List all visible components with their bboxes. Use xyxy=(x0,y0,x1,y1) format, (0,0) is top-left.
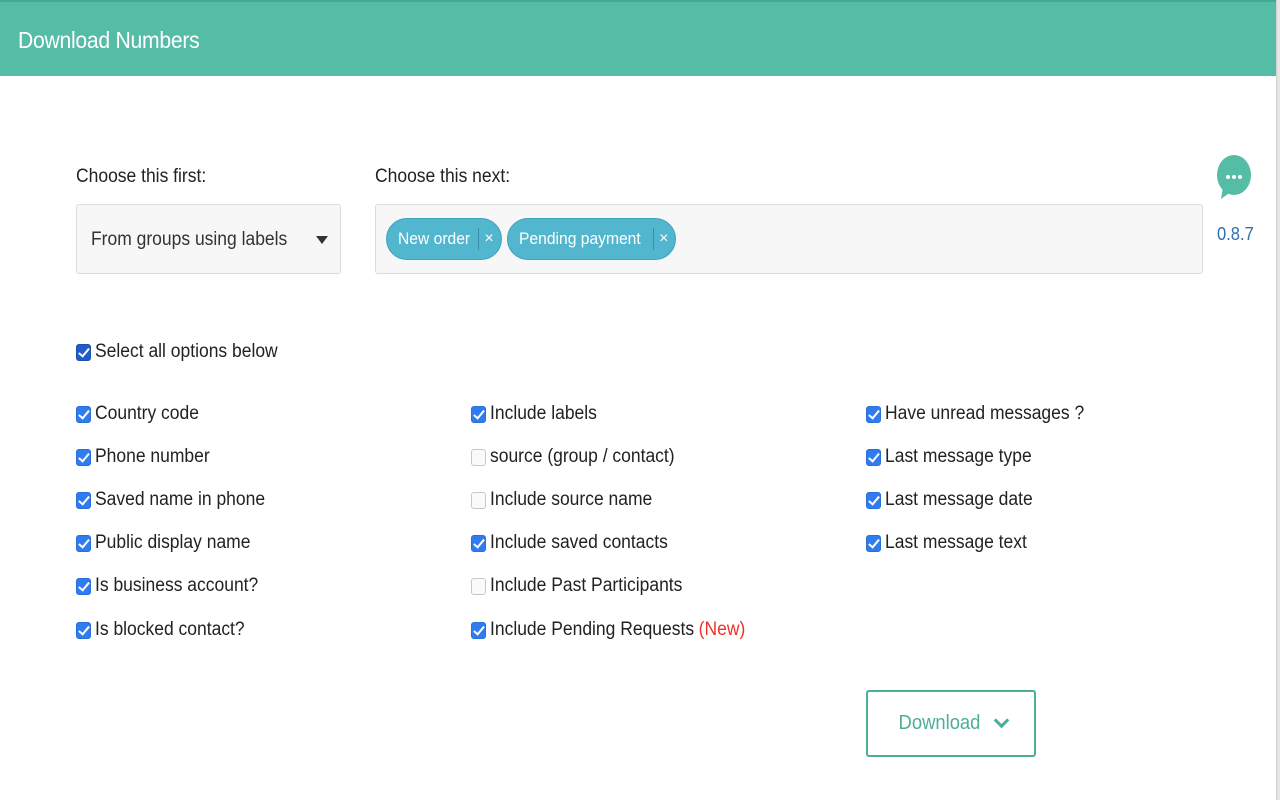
checkbox-checked-icon[interactable] xyxy=(76,491,91,509)
checkbox-checked-icon[interactable] xyxy=(76,534,91,552)
checkbox-checked-icon[interactable] xyxy=(866,534,881,552)
option-saved-contacts[interactable]: Include saved contacts xyxy=(471,532,683,554)
option-label: Phone number xyxy=(95,446,210,467)
scrollbar[interactable] xyxy=(1276,0,1280,800)
option-blocked-contact[interactable]: Is blocked contact? xyxy=(76,619,258,641)
option-label: source (group / contact) xyxy=(490,446,675,467)
option-country-code[interactable]: Country code xyxy=(76,403,208,425)
checkbox-unchecked-icon[interactable] xyxy=(471,491,486,509)
first-select-label: Choose this first: xyxy=(76,166,207,187)
checkbox-checked-icon[interactable] xyxy=(76,448,91,466)
select-all-label: Select all options below xyxy=(95,341,278,362)
option-pending-requests[interactable]: Include Pending Requests (New) xyxy=(471,619,768,641)
option-last-message-type[interactable]: Last message type xyxy=(866,446,1044,468)
caret-down-icon xyxy=(316,236,328,244)
checkbox-checked-icon[interactable] xyxy=(471,405,486,423)
checkbox-checked-icon[interactable] xyxy=(76,621,91,639)
option-label: Last message type xyxy=(885,446,1032,467)
new-badge: (New) xyxy=(698,619,746,640)
option-last-message-date[interactable]: Last message date xyxy=(866,489,1046,511)
download-button[interactable]: Download xyxy=(866,690,1036,757)
tag-pending-payment: Pending payment × xyxy=(506,218,677,260)
remove-tag-icon[interactable]: × xyxy=(653,228,675,250)
option-label: Include Pending Requests (New) xyxy=(490,619,745,641)
option-label: Last message text xyxy=(885,532,1027,553)
option-label: Public display name xyxy=(95,532,251,553)
chat-bubble-icon[interactable] xyxy=(1217,153,1251,199)
download-button-label: Download xyxy=(898,712,981,734)
checkbox-checked-icon[interactable] xyxy=(866,491,881,509)
version-label: 0.8.7 xyxy=(1217,224,1254,244)
option-label: Include source name xyxy=(490,489,653,510)
option-label: Include Past Participants xyxy=(490,575,683,596)
checkbox-checked-icon[interactable] xyxy=(471,534,486,552)
option-label: Have unread messages ? xyxy=(885,403,1085,424)
option-label: Country code xyxy=(95,403,199,424)
labels-multiselect[interactable]: New order × Pending payment × xyxy=(375,204,1203,274)
option-source-name[interactable]: Include source name xyxy=(471,489,666,511)
source-select-value: From groups using labels xyxy=(91,229,288,250)
checkbox-unchecked-icon[interactable] xyxy=(471,448,486,466)
option-label: Is blocked contact? xyxy=(95,619,245,640)
tag-label: New order xyxy=(398,229,471,248)
checkbox-unchecked-icon[interactable] xyxy=(471,577,486,595)
option-label: Is business account? xyxy=(95,575,259,596)
option-label: Saved name in phone xyxy=(95,489,266,510)
checkbox-checked-icon[interactable] xyxy=(471,621,486,639)
tag-new-order: New order × xyxy=(386,218,502,260)
next-select-label: Choose this next: xyxy=(375,166,511,187)
option-saved-name[interactable]: Saved name in phone xyxy=(76,489,280,511)
option-include-labels[interactable]: Include labels xyxy=(471,403,606,425)
checkbox-checked-icon[interactable] xyxy=(76,405,91,423)
option-public-display-name[interactable]: Public display name xyxy=(76,532,264,554)
option-last-message-text[interactable]: Last message text xyxy=(866,532,1039,554)
option-business-account[interactable]: Is business account? xyxy=(76,575,272,597)
checkbox-checked-icon[interactable] xyxy=(866,405,881,423)
page-title: Download Numbers xyxy=(18,27,200,53)
option-label: Include labels xyxy=(490,403,597,424)
option-label: Include saved contacts xyxy=(490,532,668,553)
remove-tag-icon[interactable]: × xyxy=(478,228,500,250)
checkbox-checked-icon[interactable] xyxy=(76,577,91,595)
option-label: Last message date xyxy=(885,489,1033,510)
option-source[interactable]: source (group / contact) xyxy=(471,446,691,468)
chevron-down-icon xyxy=(993,712,1010,729)
app-header: Download Numbers xyxy=(0,0,1280,76)
source-select[interactable]: From groups using labels xyxy=(76,204,341,274)
option-label-text: Include Pending Requests xyxy=(490,619,695,640)
option-unread-messages[interactable]: Have unread messages ? xyxy=(866,403,1102,425)
option-past-participants[interactable]: Include Past Participants xyxy=(471,575,699,597)
select-all-checkbox[interactable]: Select all options below xyxy=(76,341,294,363)
tag-label: Pending payment xyxy=(518,229,641,248)
checkbox-checked-icon[interactable] xyxy=(76,343,91,361)
option-phone-number[interactable]: Phone number xyxy=(76,446,220,468)
checkbox-checked-icon[interactable] xyxy=(866,448,881,466)
